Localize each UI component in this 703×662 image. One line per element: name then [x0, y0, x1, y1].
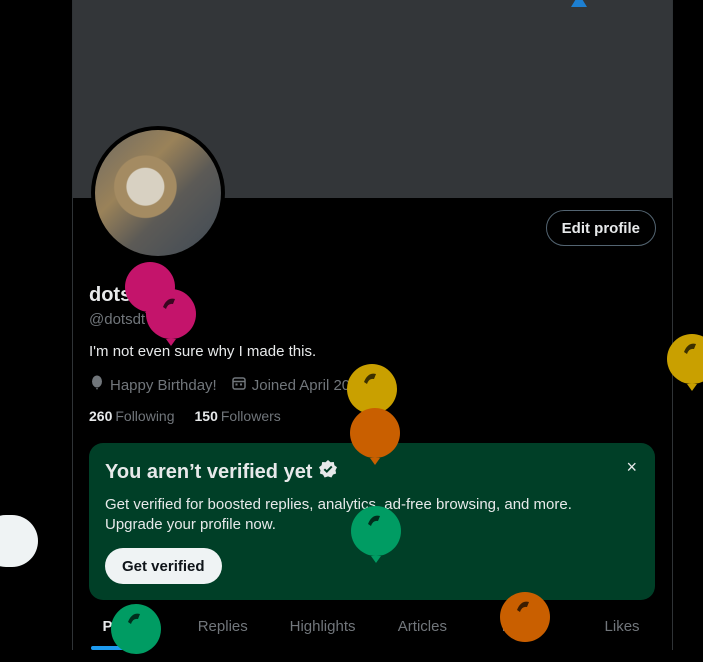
- followers-label: Followers: [220, 408, 281, 424]
- profile-name: dots: [89, 284, 132, 306]
- profile-tabs: Posts Replies Highlights Articles Media …: [73, 606, 672, 650]
- tab-highlights[interactable]: Highlights: [273, 606, 373, 650]
- joined-item: Joined April 2012 ›: [231, 375, 379, 395]
- profile-bio: I'm not even sure why I made this.: [89, 343, 317, 360]
- tab-posts[interactable]: Posts: [73, 606, 173, 650]
- joined-text: Joined April 2012: [251, 376, 367, 394]
- verify-card-title: You aren’t verified yet: [105, 459, 639, 485]
- chevron-right-icon[interactable]: ›: [374, 377, 379, 394]
- avatar-image: [95, 130, 221, 256]
- followers-link[interactable]: 150 Followers: [195, 408, 281, 424]
- birthday-item: Happy Birthday!: [89, 375, 217, 395]
- profile-meta: Happy Birthday! Joined April 2012 ›: [89, 375, 379, 395]
- tab-replies[interactable]: Replies: [173, 606, 273, 650]
- tab-articles[interactable]: Articles: [372, 606, 472, 650]
- edit-profile-button[interactable]: Edit profile: [545, 210, 656, 246]
- tab-media[interactable]: Media: [472, 606, 572, 650]
- following-count: 260: [89, 408, 113, 424]
- following-link[interactable]: 260 Following: [89, 408, 175, 424]
- get-verified-button[interactable]: Get verified: [105, 548, 222, 584]
- tab-likes[interactable]: Likes: [572, 606, 672, 650]
- profile-column: Edit profile dots @dotsdt I'm not even s…: [72, 0, 673, 650]
- profile-handle: @dotsdt: [89, 311, 146, 328]
- verify-title-text: You aren’t verified yet: [105, 460, 313, 483]
- verify-card-text: Get verified for boosted replies, analyt…: [105, 496, 572, 533]
- close-icon[interactable]: ×: [626, 457, 637, 478]
- following-label: Following: [115, 408, 175, 424]
- balloon-icon: [89, 375, 105, 395]
- calendar-icon: [231, 375, 247, 395]
- follow-counts: 260 Following 150 Followers: [89, 408, 281, 424]
- verified-badge-icon: [318, 459, 338, 485]
- avatar[interactable]: [91, 126, 225, 260]
- verify-card: You aren’t verified yet Get verified for…: [89, 443, 655, 600]
- birthday-text: Happy Birthday!: [110, 376, 217, 394]
- side-button[interactable]: [0, 515, 38, 567]
- followers-count: 150: [194, 408, 218, 424]
